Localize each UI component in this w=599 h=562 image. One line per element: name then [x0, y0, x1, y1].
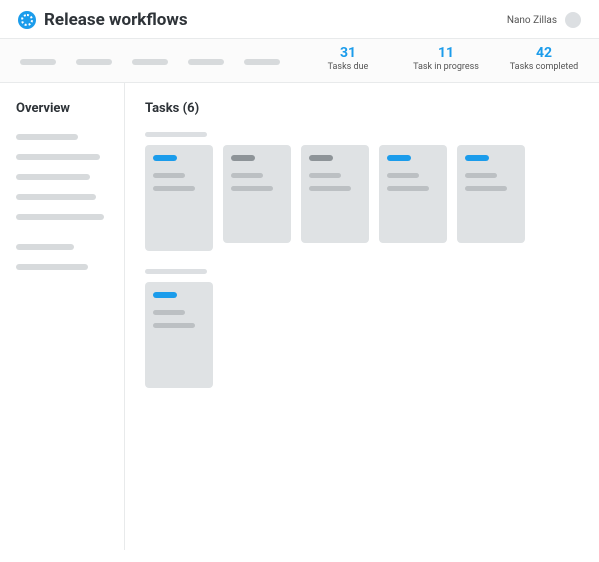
tab-placeholder[interactable] — [20, 59, 56, 65]
main-panel: Tasks (6) — [125, 83, 599, 550]
status-pill-icon — [465, 155, 489, 161]
card-line — [231, 186, 273, 191]
status-pill-icon — [309, 155, 333, 161]
section-label — [145, 132, 207, 137]
body: Overview Tasks (6) — [0, 83, 599, 550]
header-left: Release workflows — [18, 10, 188, 30]
sidebar-item[interactable] — [16, 194, 96, 200]
card-line — [153, 310, 185, 315]
tab-strip — [20, 45, 280, 65]
sidebar-title: Overview — [16, 101, 108, 116]
stat-label: Tasks completed — [509, 62, 579, 72]
tab-placeholder[interactable] — [188, 59, 224, 65]
sidebar-item[interactable] — [16, 244, 74, 250]
card-line — [387, 173, 419, 178]
card-line — [309, 186, 351, 191]
card-line — [153, 186, 195, 191]
stat-label: Tasks due — [313, 62, 383, 72]
app-logo-icon[interactable] — [18, 11, 36, 29]
sidebar-item[interactable] — [16, 134, 78, 140]
tab-placeholder[interactable] — [244, 59, 280, 65]
stat-tasks-completed[interactable]: 42 Tasks completed — [509, 45, 579, 72]
sidebar-item[interactable] — [16, 214, 104, 220]
task-card[interactable] — [301, 145, 369, 243]
status-pill-icon — [387, 155, 411, 161]
stat-value: 42 — [509, 45, 579, 61]
app-header: Release workflows Nano Zillas — [0, 0, 599, 38]
sidebar: Overview — [0, 83, 125, 550]
card-line — [309, 173, 341, 178]
header-right: Nano Zillas — [507, 12, 581, 28]
card-line — [153, 323, 195, 328]
card-line — [465, 173, 497, 178]
status-pill-icon — [231, 155, 255, 161]
tab-placeholder[interactable] — [132, 59, 168, 65]
task-card[interactable] — [145, 282, 213, 388]
cards-row-1 — [145, 145, 579, 251]
stat-tasks-due[interactable]: 31 Tasks due — [313, 45, 383, 72]
user-name[interactable]: Nano Zillas — [507, 15, 557, 26]
stats-bar: 31 Tasks due 11 Task in progress 42 Task… — [0, 38, 599, 83]
task-card[interactable] — [457, 145, 525, 243]
task-card[interactable] — [379, 145, 447, 243]
page-title: Release workflows — [44, 10, 188, 30]
status-pill-icon — [153, 155, 177, 161]
task-card[interactable] — [223, 145, 291, 243]
section-label — [145, 269, 207, 274]
sidebar-item[interactable] — [16, 154, 100, 160]
avatar-icon[interactable] — [565, 12, 581, 28]
stat-value: 11 — [411, 45, 481, 61]
status-pill-icon — [153, 292, 177, 298]
stat-value: 31 — [313, 45, 383, 61]
sidebar-item[interactable] — [16, 174, 90, 180]
card-line — [465, 186, 507, 191]
task-card[interactable] — [145, 145, 213, 251]
tab-placeholder[interactable] — [76, 59, 112, 65]
card-line — [153, 173, 185, 178]
stat-label: Task in progress — [411, 62, 481, 72]
cards-row-2 — [145, 282, 579, 388]
main-title: Tasks (6) — [145, 101, 579, 116]
card-line — [387, 186, 429, 191]
card-line — [231, 173, 263, 178]
sidebar-item[interactable] — [16, 264, 88, 270]
stat-tasks-progress[interactable]: 11 Task in progress — [411, 45, 481, 72]
